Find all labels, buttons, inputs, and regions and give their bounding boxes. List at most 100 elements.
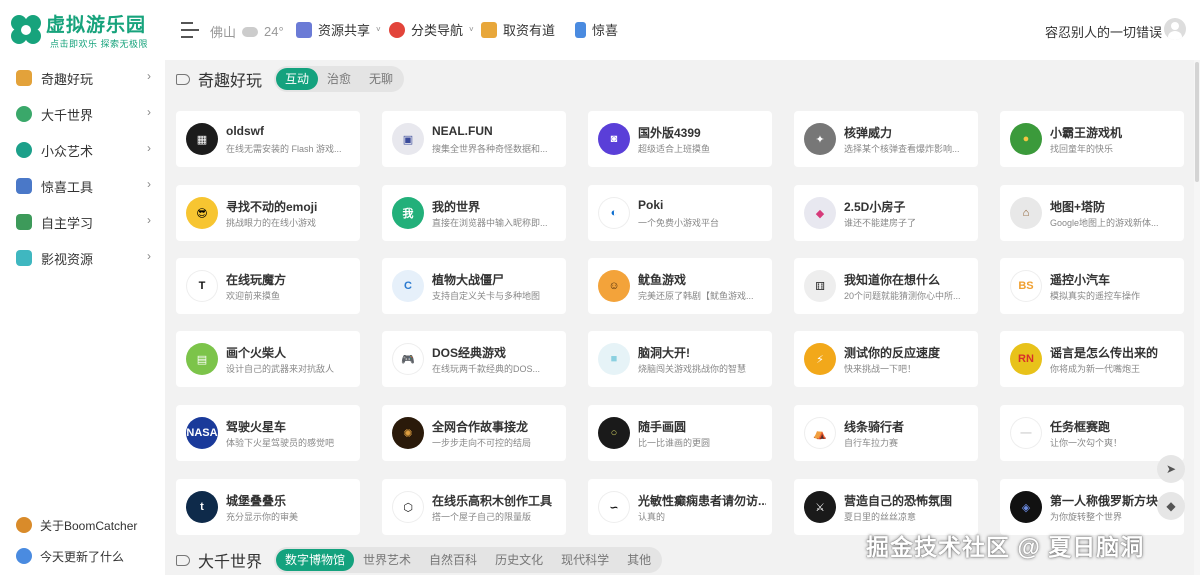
palette-icon [16, 142, 32, 158]
site-card[interactable]: T 在线玩魔方 欢迎前来摸鱼 [176, 258, 360, 314]
tab-healing[interactable]: 治愈 [318, 68, 360, 90]
site-card-title: 2.5D小房子 [844, 200, 906, 214]
site-logo-icon: ⚔ [804, 491, 836, 523]
fire-icon [389, 21, 405, 38]
tab-history[interactable]: 历史文化 [486, 549, 552, 571]
site-card[interactable]: 我我的世界 直接在浏览器中输入昵称即... [382, 185, 566, 241]
site-card-description: 在线玩两千款经典的DOS... [432, 364, 541, 374]
site-card-title: 在线玩魔方 [226, 273, 287, 287]
site-card-title: oldswf [226, 124, 264, 138]
site-card[interactable]: t 城堡叠叠乐 充分显示你的审美 [176, 479, 360, 535]
scrollbar-thumb[interactable] [1195, 62, 1199, 182]
site-logo-icon: ◈ [1010, 491, 1042, 523]
site-logo-icon: ▤ [186, 343, 218, 375]
nav-resource-share[interactable]: 资源共享 ˅ [296, 20, 381, 39]
site-card[interactable]: ∽ 光敏性癫痫患者请勿访... 认真的 [588, 479, 772, 535]
site-card-title: DOS经典游戏 [432, 346, 507, 360]
site-card[interactable]: 🎮 DOS经典游戏在线玩两千款经典的DOS... [382, 331, 566, 387]
site-card[interactable]: ⌂ 地图+塔防 Google地图上的游戏新体... [1000, 185, 1184, 241]
tag-button[interactable]: ◆ [1157, 492, 1185, 520]
sidebar-item-label: 惊喜工具 [41, 179, 94, 195]
site-card[interactable]: ☺ 鱿鱼游戏 完美还原了韩剧【鱿鱼游戏... [588, 258, 772, 314]
site-card-description: 挑战眼力的在线小游戏 [226, 218, 317, 228]
site-logo-icon: ● [1010, 123, 1042, 155]
site-card[interactable]: — 任务框赛跑 让你一次勾个爽！ [1000, 405, 1184, 461]
sidebar-item-fun[interactable]: 奇趣好玩 › [0, 60, 165, 96]
site-logo-icon: ◐ [598, 197, 630, 229]
site-card-title: 遥控小汽车 [1050, 273, 1111, 287]
site-card[interactable]: ▦ oldswf 在线无需安装的 Flash 游戏... [176, 111, 360, 167]
site-card-description: 比一比谁画的更圆 [638, 438, 711, 448]
site-logo-icon: ■ [598, 343, 630, 375]
sidebar-footer-label: 关于BoomCatcher [40, 518, 138, 533]
site-card-title: 城堡叠叠乐 [226, 494, 287, 508]
sidebar-item-art[interactable]: 小众艺术 › [0, 132, 165, 168]
tab-digital-museum[interactable]: 数字博物馆 [276, 549, 355, 571]
tab-nature[interactable]: 自然百科 [420, 549, 486, 571]
site-logo[interactable]: 虚拟游乐园 点击即欢乐 探索无极限 [0, 0, 165, 60]
site-logo-icon: ○ [598, 417, 630, 449]
site-logo-icon: ⛺ [804, 417, 836, 449]
site-card[interactable]: 😎 寻找不动的emoji 挑战眼力的在线小游戏 [176, 185, 360, 241]
site-card[interactable]: ⛺ 线条骑行者 自行车拉力赛 [794, 405, 978, 461]
site-card-description: 烧脑闯关游戏挑战你的智慧 [638, 364, 747, 374]
sidebar-item-world[interactable]: 大千世界 › [0, 96, 165, 132]
site-card[interactable]: BS 遥控小汽车 模拟真实的遥控车操作 [1000, 258, 1184, 314]
sidebar-item-tools[interactable]: 惊喜工具 › [0, 168, 165, 204]
site-card-description: 认真的 [638, 512, 666, 522]
tab-interactive[interactable]: 互动 [276, 68, 319, 90]
site-logo-icon: NASA [186, 417, 218, 449]
sidebar-changelog[interactable]: 今天更新了什么 [0, 544, 165, 568]
site-logo-icon: t [186, 491, 218, 523]
site-card-title: 测试你的反应速度 [844, 346, 941, 360]
site-card[interactable]: ◐ Poki 一个免费小游戏平台 [588, 185, 772, 241]
site-card[interactable]: ● 小霸王游戏机 找回童年的快乐 [1000, 111, 1184, 167]
tab-science[interactable]: 现代科学 [552, 549, 618, 571]
nav-take-resource[interactable]: 取资有道 [481, 20, 555, 39]
site-card[interactable]: C 植物大战僵尸 支持自定义关卡与多种地图 [382, 258, 566, 314]
site-card[interactable]: ○ 随手画圆 比一比谁画的更圆 [588, 405, 772, 461]
menu-toggle-icon[interactable] [181, 22, 199, 38]
nav-category[interactable]: 分类导航 ˅ [389, 20, 474, 39]
site-card[interactable]: NASA 驾驶火星车 体验下火星驾驶员的感觉吧 [176, 405, 360, 461]
site-card[interactable]: ■ 脑洞大开! 烧脑闯关游戏挑战你的智慧 [588, 331, 772, 387]
site-card[interactable]: ◙ 国外版4399 超级适合上班摸鱼 [588, 111, 772, 167]
chevron-right-icon: › [147, 249, 151, 263]
user-avatar[interactable] [1164, 18, 1186, 40]
site-card-description: 20个问题就能猜测你心中所... [844, 291, 961, 301]
book-icon [16, 214, 32, 230]
site-card-description: 超级适合上班摸鱼 [638, 144, 711, 154]
weather-city: 佛山 [210, 25, 237, 40]
sidebar: 奇趣好玩 › 大千世界 › 小众艺术 › 惊喜工具 › 自主学习 › 影视资源 … [0, 60, 165, 575]
section-header-fun: 奇趣好玩 互动 治愈 无聊 [176, 66, 405, 92]
site-card-description: 让你一次勾个爽！ [1050, 438, 1123, 448]
site-card[interactable]: RN 谣言是怎么传出来的 你将成为新一代嘴炮王 [1000, 331, 1184, 387]
tab-other[interactable]: 其他 [618, 549, 660, 571]
site-card[interactable]: ▣ NEAL.FUN 搜集全世界各种奇怪数据和... [382, 111, 566, 167]
site-logo-icon: BS [1010, 270, 1042, 302]
butterfly-icon [16, 517, 32, 533]
nav-surprise[interactable]: 惊喜 [575, 20, 618, 39]
site-card[interactable]: ✺ 全网合作故事接龙 一步步走向不可控的结局 [382, 405, 566, 461]
site-card[interactable]: ◆ 2.5D小房子 谁还不能建房子了 [794, 185, 978, 241]
site-logo-icon: 🎮 [392, 343, 424, 375]
site-card[interactable]: ⚔ 营造自己的恐怖氛围 夏日里的丝丝凉意 [794, 479, 978, 535]
sidebar-about[interactable]: 关于BoomCatcher [0, 513, 165, 537]
site-card[interactable]: ⬡ 在线乐高积木创作工具 搭一个屋子自己的限量版 [382, 479, 566, 535]
sidebar-item-video[interactable]: 影视资源 › [0, 240, 165, 276]
site-logo-icon: ∽ [598, 491, 630, 523]
back-to-top-button[interactable]: ➤ [1157, 455, 1185, 483]
site-card[interactable]: ⚅ 我知道你在想什么 20个问题就能猜测你心中所... [794, 258, 978, 314]
arrow-up-icon: ➤ [1165, 462, 1177, 476]
sidebar-item-study[interactable]: 自主学习 › [0, 204, 165, 240]
box-icon [481, 21, 497, 38]
cloud-icon [242, 26, 259, 37]
toolbox-icon [16, 178, 32, 194]
tab-boring[interactable]: 无聊 [360, 68, 402, 90]
site-card[interactable]: ✦ 核弹威力 选择某个核弹查看爆炸影响... [794, 111, 978, 167]
site-card-description: 你将成为新一代嘴炮王 [1050, 364, 1141, 374]
nav-label: 资源共享 [318, 23, 371, 38]
tab-world-art[interactable]: 世界艺术 [354, 549, 420, 571]
site-card[interactable]: ▤ 画个火柴人 设计自己的武器来对抗敌人 [176, 331, 360, 387]
site-card[interactable]: ⚡ 测试你的反应速度 快来挑战一下吧！ [794, 331, 978, 387]
